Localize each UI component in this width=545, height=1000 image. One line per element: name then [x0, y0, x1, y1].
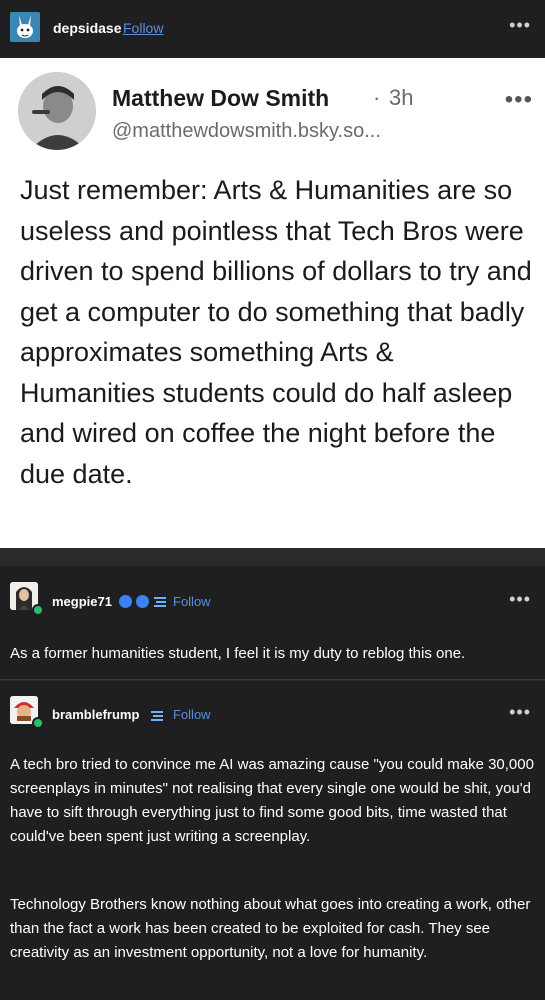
more-options-icon[interactable]: ••• [509, 590, 531, 608]
follow-button[interactable]: Follow [173, 594, 211, 609]
reblog-item: bramblefrump Follow ••• A tech bro tried… [0, 681, 545, 1000]
author-handle: @matthewdowsmith.bsky.so... [112, 120, 381, 142]
author-avatar [18, 72, 96, 150]
verified-check-icon [136, 595, 150, 609]
post-body: Just remember: Arts & Humanities are so … [20, 175, 532, 489]
follow-button[interactable]: Follow [173, 707, 211, 722]
verified-check-icon [119, 595, 132, 609]
person-avatar-icon [18, 72, 96, 150]
reblogger-username[interactable]: bramblefrump [52, 707, 139, 722]
online-status-badge [32, 717, 44, 729]
reblog-paragraph: A tech bro tried to convince me AI was a… [10, 756, 534, 845]
follow-button[interactable]: Follow [123, 20, 163, 36]
post-header: depsidase Follow ••• [0, 0, 545, 58]
post-author-username[interactable]: depsidase [53, 20, 121, 36]
more-options-icon: ••• [504, 86, 533, 113]
post-timestamp: 3h [389, 85, 414, 110]
reblog-comment: As a former humanities student, I feel i… [10, 645, 466, 662]
reblogger-username[interactable]: megpie71 [52, 594, 112, 609]
stack-badge-icon [151, 710, 163, 721]
user-avatar[interactable] [10, 12, 40, 42]
section-divider [0, 548, 545, 566]
reblog-paragraph: Technology Brothers know nothing about w… [10, 896, 531, 961]
more-options-icon[interactable]: ••• [509, 16, 531, 34]
verified-badges [119, 593, 166, 611]
badge-group [151, 707, 163, 725]
reblog-item: megpie71 Follow ••• As a former humaniti… [0, 566, 545, 680]
online-status-badge [32, 604, 44, 616]
bunny-avatar-icon [10, 12, 40, 42]
author-display-name: Matthew Dow Smith [112, 85, 330, 111]
stack-badge-icon [153, 596, 166, 607]
separator: · [373, 85, 381, 110]
embedded-screenshot: Matthew Dow Smith · 3h @matthewdowsmith.… [0, 58, 545, 548]
more-options-icon[interactable]: ••• [509, 703, 531, 721]
